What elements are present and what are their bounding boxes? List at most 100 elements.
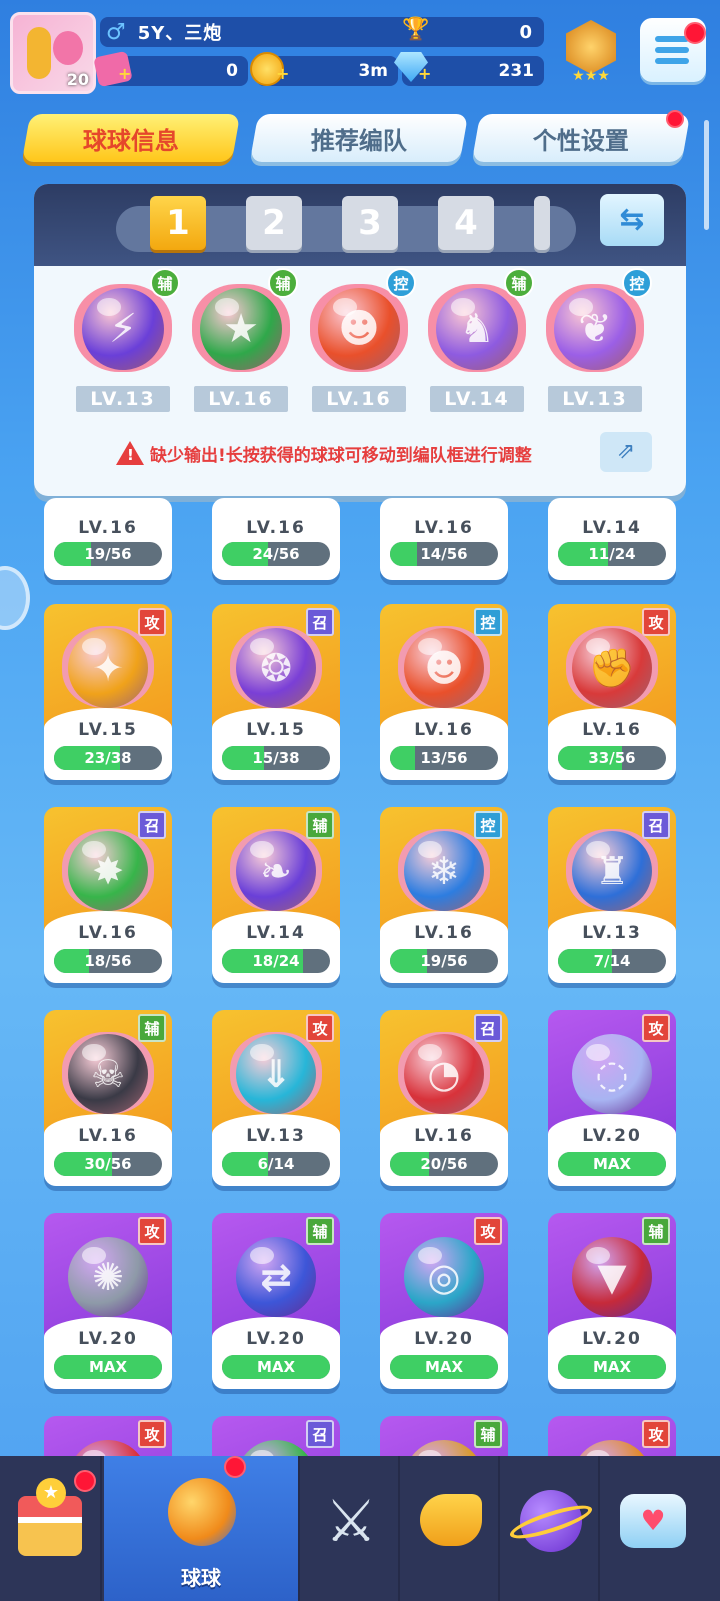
- ball-card[interactable]: LV.16 14/56: [380, 498, 508, 580]
- tab-ball-info[interactable]: 球球信息: [21, 114, 241, 162]
- rank-badge[interactable]: ★★★: [558, 18, 624, 84]
- card-level: LV.20: [582, 1329, 642, 1349]
- ball-card[interactable]: ❧ 辅 LV.14 18/24: [212, 807, 340, 983]
- battle-nav[interactable]: ⚔: [302, 1456, 400, 1601]
- card-level: LV.16: [414, 923, 474, 943]
- share-button[interactable]: ⇗: [600, 432, 652, 472]
- ball-icon: [236, 1440, 316, 1456]
- ball-card[interactable]: ◌ 攻 LV.20 MAX: [548, 1010, 676, 1186]
- ball-icon: ✊: [572, 628, 652, 708]
- ball-card[interactable]: ◔ 召 LV.16 20/56: [380, 1010, 508, 1186]
- team-ball-5[interactable]: ❦ 控 LV.13: [540, 268, 652, 424]
- card-level: LV.20: [582, 1126, 642, 1146]
- role-badge: 攻: [138, 608, 166, 636]
- tab-recommended-team[interactable]: 推荐编队: [249, 114, 469, 162]
- team-balls: ⚡ 辅 LV.13 ★ 辅 LV.16 ☻ 控 LV.16 ♞ 辅 LV.14 …: [34, 268, 686, 434]
- scrollbar[interactable]: [704, 120, 709, 230]
- card-progress: 6/14: [222, 1152, 330, 1176]
- ball-card[interactable]: LV.14 11/24: [548, 498, 676, 580]
- card-level: LV.13: [246, 1126, 306, 1146]
- progress-text: 23/38: [84, 749, 132, 767]
- ball-card[interactable]: LV.16 19/56: [44, 498, 172, 580]
- whistle-icon: [420, 1494, 482, 1546]
- card-progress: 30/56: [54, 1152, 162, 1176]
- player-name: 5Y、三炮: [137, 23, 223, 44]
- progress-text: 18/24: [252, 952, 300, 970]
- card-level: LV.14: [246, 923, 306, 943]
- ball-card[interactable]: ❄ 控 LV.16 19/56: [380, 807, 508, 983]
- star-ball-icon: ★: [200, 288, 282, 370]
- ball-card[interactable]: ⇓ 攻 LV.13 6/14: [212, 1010, 340, 1186]
- social-nav[interactable]: ♥: [602, 1456, 720, 1601]
- role-badge: 召: [138, 811, 166, 839]
- shop-notification-dot: [74, 1470, 96, 1492]
- team-ball-4[interactable]: ♞ 辅 LV.14: [422, 268, 534, 424]
- ball-card[interactable]: ♜ 召 LV.13 7/14: [548, 807, 676, 983]
- team-slot-1[interactable]: 1: [150, 196, 206, 250]
- team-ball-1[interactable]: ⚡ 辅 LV.13: [68, 268, 180, 424]
- lightning-ball-icon: ⚡: [82, 288, 164, 370]
- ball-card[interactable]: ✺ 攻 LV.20 MAX: [44, 1213, 172, 1389]
- ball-icon: ◎: [404, 1237, 484, 1317]
- tab-personal-settings[interactable]: 个性设置: [471, 114, 691, 162]
- planet-nav[interactable]: [502, 1456, 600, 1601]
- team-ball-3[interactable]: ☻ 控 LV.16: [304, 268, 416, 424]
- avatar-character-2: [53, 31, 83, 65]
- card-progress: MAX: [54, 1355, 162, 1379]
- ball-card[interactable]: LV.16 24/56: [212, 498, 340, 580]
- settings-notification-dot: [666, 110, 684, 128]
- ball-card[interactable]: ❂ 召 LV.15 15/38: [212, 604, 340, 780]
- ball-collection-grid: LV.16 19/56 LV.16 24/56 LV.16 14/56 LV.14 11/24…: [0, 498, 720, 1456]
- add-ticket-icon[interactable]: +: [118, 64, 131, 83]
- balls-nav[interactable]: 球球: [104, 1456, 300, 1601]
- team-slot-5-partial[interactable]: [534, 196, 550, 250]
- ball-card[interactable]: ✸ 召 LV.16 18/56: [44, 807, 172, 983]
- player-avatar[interactable]: 20: [10, 12, 96, 94]
- swap-icon: ⇆: [619, 202, 645, 237]
- ball-card[interactable]: ☠ 辅 LV.16 30/56: [44, 1010, 172, 1186]
- coin-bar[interactable]: + 3m: [250, 52, 398, 86]
- role-badge: 攻: [642, 608, 670, 636]
- role-badge: 控: [474, 608, 502, 636]
- balls-notification-dot: [224, 1456, 246, 1478]
- ball-card[interactable]: ✦ 攻 LV.15 23/38: [44, 604, 172, 780]
- crossed-swords-icon: ⚔: [325, 1487, 377, 1555]
- tab-label: 个性设置: [533, 126, 629, 155]
- ball-card[interactable]: ◎ 攻 LV.20 MAX: [380, 1213, 508, 1389]
- role-badge: 召: [306, 608, 334, 636]
- progress-text: MAX: [592, 1358, 632, 1376]
- team-slot-2[interactable]: 2: [246, 196, 302, 250]
- ball-card[interactable]: ✊ 攻 LV.16 33/56: [548, 604, 676, 780]
- card-level: LV.20: [78, 1329, 138, 1349]
- team-slot-4[interactable]: 4: [438, 196, 494, 250]
- add-gem-icon[interactable]: +: [418, 64, 431, 83]
- whistle-nav[interactable]: [402, 1456, 500, 1601]
- progress-text: MAX: [592, 1155, 632, 1173]
- role-badge: 辅: [268, 268, 298, 298]
- team-slot-3[interactable]: 3: [342, 196, 398, 250]
- card-footer: [44, 498, 172, 580]
- ticket-bar[interactable]: + 0: [93, 50, 248, 88]
- progress-text: 6/14: [257, 1155, 295, 1173]
- ball-card[interactable]: 辅: [380, 1416, 508, 1456]
- card-progress: 15/38: [222, 746, 330, 770]
- team-ball-2[interactable]: ★ 辅 LV.16: [186, 268, 298, 424]
- ball-card[interactable]: ⇄ 辅 LV.20 MAX: [212, 1213, 340, 1389]
- card-progress: 18/56: [54, 949, 162, 973]
- shop-nav[interactable]: ★: [0, 1456, 102, 1601]
- card-progress: 24/56: [222, 542, 330, 566]
- card-footer: [548, 498, 676, 580]
- card-level: LV.15: [246, 720, 306, 740]
- shop-star-icon: ★: [36, 1478, 66, 1508]
- ball-card[interactable]: 攻: [548, 1416, 676, 1456]
- team-ball-level: LV.16: [194, 386, 288, 412]
- add-coin-icon[interactable]: +: [276, 64, 289, 83]
- role-badge: 辅: [150, 268, 180, 298]
- ball-card[interactable]: 攻: [44, 1416, 172, 1456]
- swap-team-button[interactable]: ⇆: [600, 194, 664, 246]
- ball-card[interactable]: 召: [212, 1416, 340, 1456]
- ball-icon: ☠: [68, 1034, 148, 1114]
- ball-card[interactable]: ☻ 控 LV.16 13/56: [380, 604, 508, 780]
- ball-card[interactable]: ▼ 辅 LV.20 MAX: [548, 1213, 676, 1389]
- gem-bar[interactable]: + 231: [394, 52, 544, 86]
